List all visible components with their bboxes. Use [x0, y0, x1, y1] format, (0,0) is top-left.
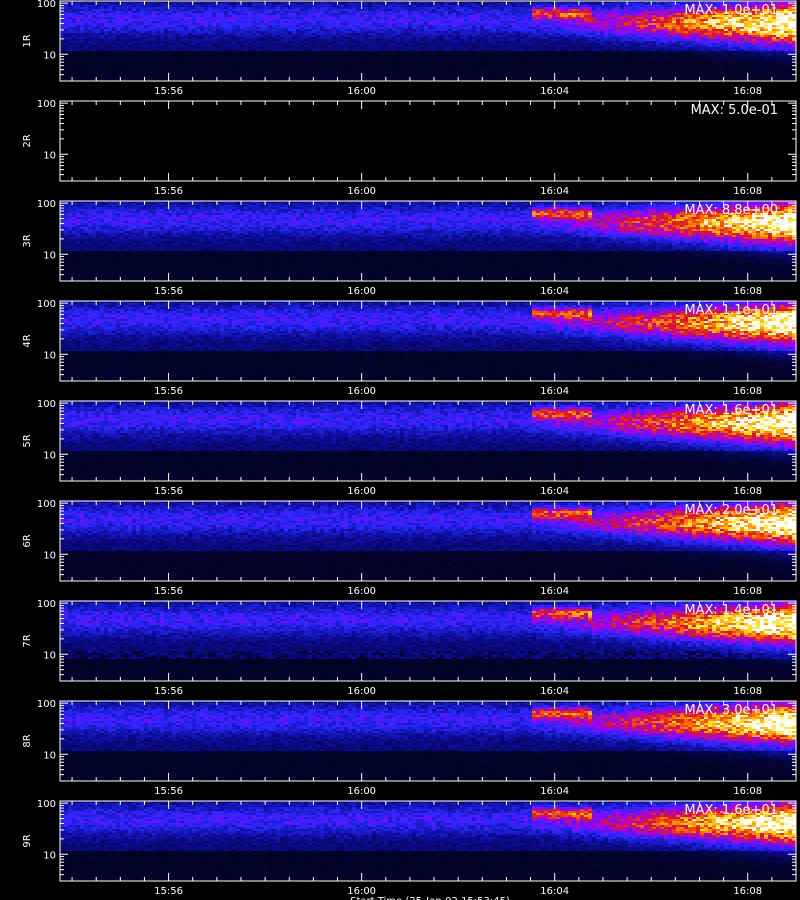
x-tick-label: 16:00 [347, 86, 376, 97]
x-tick-label: 16:04 [540, 86, 569, 97]
x-tick-label: 16:08 [733, 586, 762, 597]
max-annotation: MAX: 8.8e+00 [684, 203, 778, 218]
x-tick-label: 16:08 [733, 786, 762, 797]
x-tick-label: 16:08 [733, 286, 762, 297]
y-tick-label: 10 [43, 550, 56, 561]
x-tick-label: 15:56 [154, 686, 183, 697]
x-axis-footer-label: Start Time (25-Jan-02 15:53:45) [350, 896, 510, 900]
x-tick-label: 16:04 [540, 786, 569, 797]
max-annotation: MAX: 1.6e+01 [684, 803, 778, 818]
y-tick-label: 100 [37, 399, 56, 410]
heatmap-empty [60, 101, 796, 181]
spectrogram-stack: 1010015:56 16:00 16:04 16:081RMAX: 1.0e+011… [22, 0, 797, 900]
max-annotation: MAX: 3.0e+01 [684, 703, 778, 718]
y-tick-label: 10 [43, 50, 56, 61]
x-tick-label: 16:00 [347, 586, 376, 597]
y-tick-label: 100 [37, 599, 56, 610]
y-tick-label: 100 [37, 199, 56, 210]
x-tick-label: 16:04 [540, 386, 569, 397]
x-tick-label: 16:08 [733, 486, 762, 497]
panel-label: 3R [22, 234, 33, 247]
y-tick-label: 10 [43, 450, 56, 461]
panel-5R: 10 100 15:56 16:00 16:04 16:08 5R MAX: 1.6e+01 [22, 399, 797, 497]
max-annotation: MAX: 1.1e+01 [684, 303, 778, 318]
max-annotation: MAX: 5.0e-01 [691, 103, 778, 118]
panel-9R: 1010015:56 16:00 16:04 16:089RMAX: 1.6e+01 [22, 799, 797, 897]
panel-4R: 10 100 15:56 16:00 16:04 16:08 4R MAX: 1.1e+01 [22, 299, 797, 397]
y-tick-label: 100 [37, 99, 56, 110]
x-tick-label: 16:00 [347, 786, 376, 797]
y-tick-label: 10 [43, 150, 56, 161]
x-tick-label: 16:04 [540, 486, 569, 497]
x-tick-label: 16:08 [733, 186, 762, 197]
x-tick-label: 16:08 [733, 86, 762, 97]
x-tick-label: 16:08 [733, 886, 762, 897]
x-tick-label: 15:56 [154, 286, 183, 297]
y-tick-label: 100 [37, 699, 56, 710]
panel-1R: 10 100 15:56 16:00 16:04 16:08 1R MAX: 1.0e+01 [22, 0, 797, 97]
x-tick-label: 16:00 [347, 486, 376, 497]
max-annotation: MAX: 1.0e+01 [684, 3, 778, 18]
y-tick-label: 10 [43, 650, 56, 661]
x-tick-label: 15:56 [154, 486, 183, 497]
x-tick-label: 16:04 [540, 186, 569, 197]
x-tick-label: 15:56 [154, 186, 183, 197]
panel-label: 7R [22, 634, 33, 647]
y-tick-label: 100 [37, 799, 56, 810]
panel-label: 5R [22, 434, 33, 447]
max-annotation: MAX: 1.6e+01 [684, 403, 778, 418]
x-tick-label: 16:00 [347, 186, 376, 197]
y-tick-label: 10 [43, 250, 56, 261]
x-tick-label: 15:56 [154, 886, 183, 897]
panel-label: 6R [22, 534, 33, 547]
x-tick-label: 16:04 [540, 886, 569, 897]
panel-label: 1R [22, 34, 33, 47]
x-tick-label: 16:04 [540, 286, 569, 297]
x-tick-label: 15:56 [154, 386, 183, 397]
y-tick-label: 100 [37, 299, 56, 310]
y-tick-label: 10 [43, 750, 56, 761]
panel-3R: 10 100 15:56 16:00 16:04 16:08 3R MAX: 8.8e+00 [22, 199, 797, 297]
x-tick-label: 16:04 [540, 586, 569, 597]
x-tick-label: 16:04 [540, 686, 569, 697]
max-annotation: MAX: 1.4e+01 [684, 603, 778, 618]
panel-6R: 10 100 15:56 16:00 16:04 16:08 6R MAX: 2.0e+01 [22, 499, 797, 597]
x-tick-label: 15:56 [154, 586, 183, 597]
panel-7R: 10 100 15:56 16:00 16:04 16:08 7R MAX: 1.4e+01 [22, 599, 797, 697]
x-tick-label: 16:00 [347, 386, 376, 397]
panel-label: 8R [22, 734, 33, 747]
x-tick-label: 16:08 [733, 386, 762, 397]
y-tick-label: 100 [37, 0, 56, 10]
panel-2R: 10 100 15:56 16:00 16:04 16:08 2R MAX: 5.0e-01 [22, 99, 797, 197]
panel-label: 4R [22, 334, 33, 347]
panel-8R: 10 100 15:56 16:00 16:04 16:08 8R MAX: 3.0e+01 [22, 699, 797, 797]
x-tick-label: 16:08 [733, 686, 762, 697]
max-annotation: MAX: 2.0e+01 [684, 503, 778, 518]
panel-label: 2R [22, 134, 33, 147]
x-tick-label: 15:56 [154, 786, 183, 797]
x-tick-label: 16:00 [347, 286, 376, 297]
y-tick-label: 10 [43, 850, 56, 861]
panel-label: 9R [22, 834, 33, 847]
x-tick-label: 16:00 [347, 686, 376, 697]
x-tick-label: 15:56 [154, 86, 183, 97]
y-tick-label: 100 [37, 499, 56, 510]
y-tick-label: 10 [43, 350, 56, 361]
